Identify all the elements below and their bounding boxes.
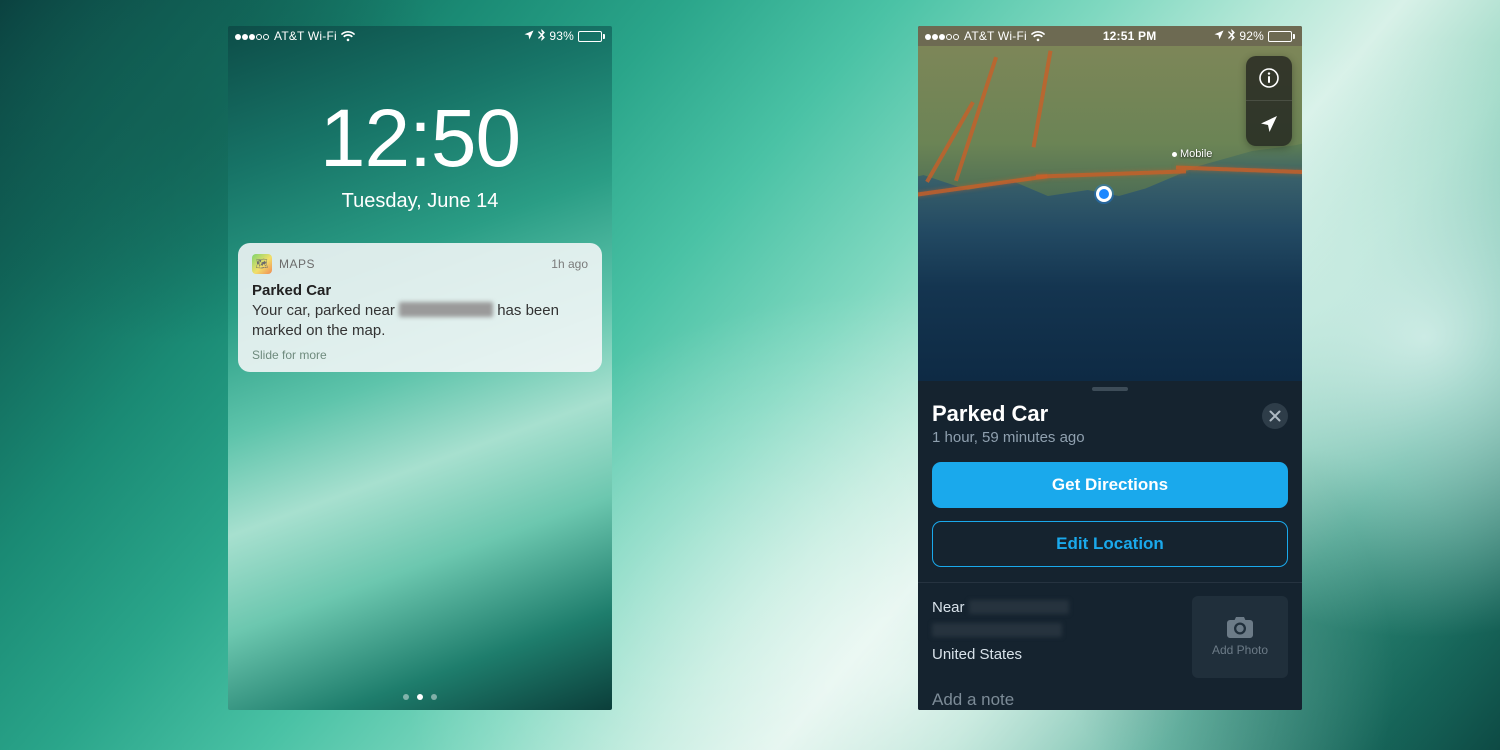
map-view[interactable]: Mobile bbox=[918, 46, 1302, 381]
map-locate-button[interactable] bbox=[1246, 101, 1292, 146]
redacted-address-1 bbox=[969, 600, 1069, 614]
redacted-address-2 bbox=[932, 623, 1062, 637]
card-title: Parked Car bbox=[932, 401, 1262, 427]
lockscreen-phone: AT&T Wi-Fi 93% 12:50 Tuesday, June 14 🗺 … bbox=[228, 26, 612, 710]
notif-body: Your car, parked near has been marked on… bbox=[252, 301, 588, 342]
add-note-field[interactable]: Add a note bbox=[932, 690, 1288, 710]
redacted-location bbox=[399, 302, 493, 317]
notif-slide-hint: Slide for more bbox=[252, 348, 588, 362]
carrier-label: AT&T Wi-Fi bbox=[964, 29, 1027, 43]
bluetooth-icon bbox=[538, 29, 545, 44]
map-info-button[interactable] bbox=[1246, 56, 1292, 101]
maps-phone: AT&T Wi-Fi 12:51 PM 92% Mobile Parked Ca… bbox=[918, 26, 1302, 710]
signal-dots bbox=[235, 29, 270, 43]
lock-clock-time: 12:50 bbox=[228, 98, 612, 180]
lock-clock-date: Tuesday, June 14 bbox=[228, 190, 612, 213]
edit-location-button[interactable]: Edit Location bbox=[932, 521, 1288, 567]
notif-app-name: MAPS bbox=[279, 257, 315, 271]
card-subtitle: 1 hour, 59 minutes ago bbox=[932, 429, 1262, 446]
battery-pct: 92% bbox=[1239, 29, 1264, 43]
carrier-label: AT&T Wi-Fi bbox=[274, 29, 337, 43]
status-bar: AT&T Wi-Fi 12:51 PM 92% bbox=[918, 26, 1302, 46]
wifi-icon bbox=[1031, 31, 1045, 42]
notif-time-ago: 1h ago bbox=[551, 257, 588, 271]
close-button[interactable] bbox=[1262, 403, 1288, 429]
status-time: 12:51 PM bbox=[1045, 29, 1214, 43]
lockscreen-notification[interactable]: 🗺 MAPS 1h ago Parked Car Your car, parke… bbox=[238, 243, 602, 372]
maps-app-icon: 🗺 bbox=[252, 254, 272, 274]
get-directions-button[interactable]: Get Directions bbox=[932, 462, 1288, 508]
current-location-dot bbox=[1096, 186, 1112, 202]
parked-car-card: Parked Car 1 hour, 59 minutes ago Get Di… bbox=[918, 381, 1302, 710]
bluetooth-icon bbox=[1228, 29, 1235, 44]
battery-icon bbox=[1268, 31, 1295, 42]
map-controls bbox=[1246, 56, 1292, 146]
page-indicator bbox=[228, 694, 612, 700]
signal-dots bbox=[925, 29, 960, 43]
battery-pct: 93% bbox=[549, 29, 574, 43]
map-city-label: Mobile bbox=[1172, 148, 1212, 160]
address-block: Near United States bbox=[932, 596, 1176, 666]
camera-icon bbox=[1227, 617, 1253, 638]
location-icon bbox=[524, 29, 534, 43]
add-photo-button[interactable]: Add Photo bbox=[1192, 596, 1288, 678]
status-bar: AT&T Wi-Fi 93% bbox=[228, 26, 612, 46]
wifi-icon bbox=[341, 31, 355, 42]
drag-handle[interactable] bbox=[1092, 387, 1128, 391]
notif-title: Parked Car bbox=[252, 282, 588, 299]
location-icon bbox=[1214, 29, 1224, 43]
battery-icon bbox=[578, 31, 605, 42]
